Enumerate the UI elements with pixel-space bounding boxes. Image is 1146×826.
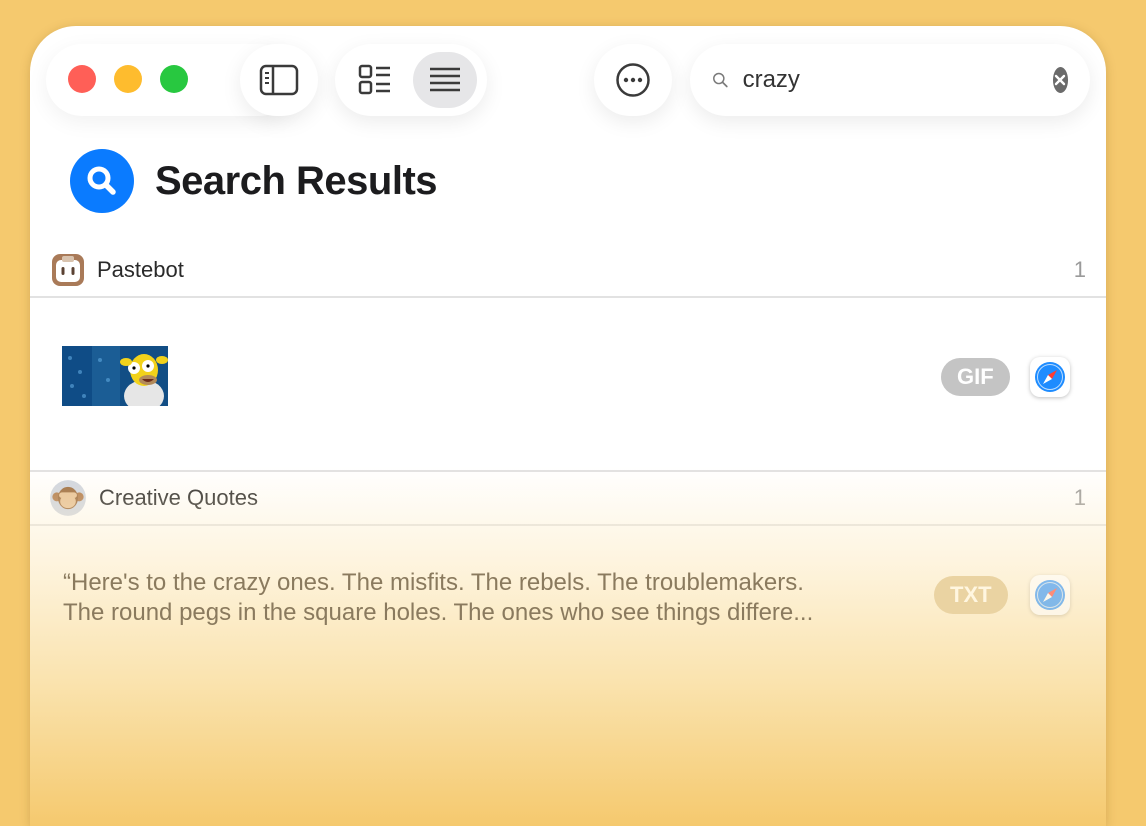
page-title: Search Results bbox=[155, 158, 438, 203]
section-header-creative-quotes[interactable]: Creative Quotes 1 bbox=[30, 470, 1106, 526]
magnifier-icon bbox=[70, 149, 134, 213]
section-count: 1 bbox=[1073, 485, 1086, 510]
app-window: Search Results Pastebot 1 bbox=[30, 26, 1106, 826]
close-window-button[interactable] bbox=[68, 65, 96, 93]
ellipsis-circle-icon bbox=[616, 63, 650, 97]
safari-icon bbox=[1030, 575, 1070, 615]
list-item[interactable]: GIF bbox=[30, 298, 1106, 468]
section-count: 1 bbox=[1073, 257, 1086, 282]
search-icon bbox=[713, 72, 728, 88]
list-view-button[interactable] bbox=[413, 52, 477, 108]
search-field[interactable] bbox=[690, 44, 1090, 116]
search-input[interactable] bbox=[742, 66, 1053, 94]
list-icon bbox=[430, 67, 460, 92]
list-item[interactable]: “Here's to the crazy ones. The misfits. … bbox=[30, 556, 1106, 696]
quote-line: The round pegs in the square holes. The … bbox=[63, 599, 814, 626]
grid-list-icon bbox=[358, 64, 390, 95]
section-label: Pastebot bbox=[97, 257, 184, 282]
clear-icon bbox=[1055, 74, 1066, 86]
minimize-window-button[interactable] bbox=[114, 65, 142, 93]
clear-search-button[interactable] bbox=[1052, 67, 1068, 93]
sidebar-icon bbox=[259, 64, 299, 96]
grid-view-button[interactable] bbox=[343, 52, 407, 108]
safari-icon bbox=[1030, 357, 1070, 397]
quote-preview: “Here's to the crazy ones. The misfits. … bbox=[63, 568, 923, 628]
quote-line: “Here's to the crazy ones. The misfits. … bbox=[63, 569, 804, 596]
pastebot-app-icon bbox=[52, 254, 84, 286]
section-header-pastebot[interactable]: Pastebot 1 bbox=[30, 244, 1106, 298]
page-header: Search Results bbox=[70, 149, 438, 213]
monkey-emoji bbox=[50, 480, 86, 516]
zoom-window-button[interactable] bbox=[160, 65, 188, 93]
type-badge: TXT bbox=[934, 576, 1008, 614]
type-badge: GIF bbox=[941, 358, 1010, 396]
sidebar-toggle-button[interactable] bbox=[240, 44, 318, 116]
gif-thumbnail bbox=[62, 346, 168, 406]
more-options-button[interactable] bbox=[594, 44, 672, 116]
section-label: Creative Quotes bbox=[99, 485, 258, 510]
view-mode-group bbox=[335, 44, 487, 116]
